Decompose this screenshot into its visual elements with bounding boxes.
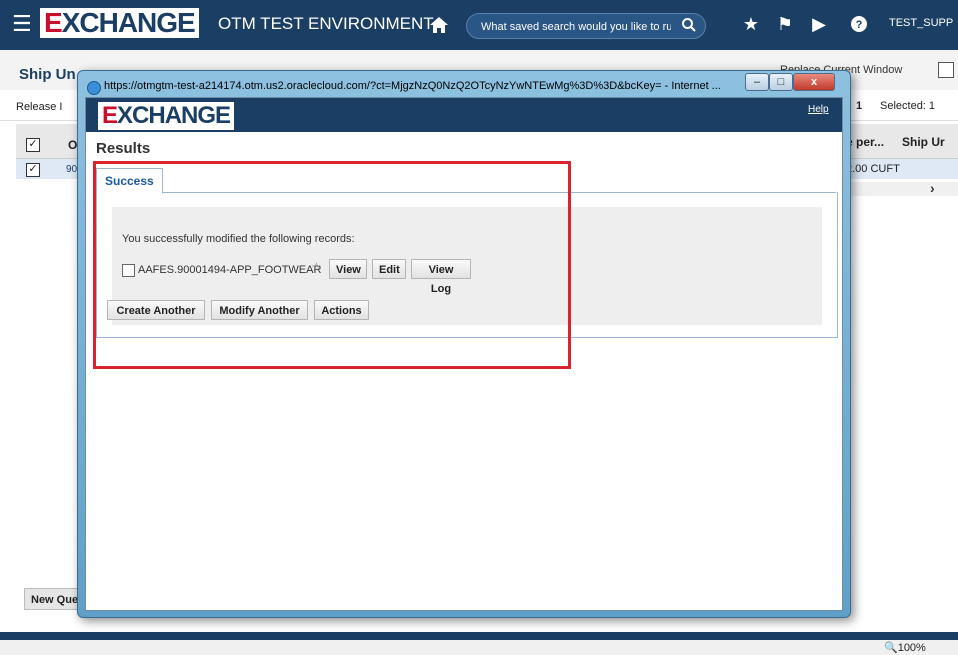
favorites-star-icon[interactable]: ★ [740, 13, 762, 35]
zoom-level[interactable]: 🔍100% [884, 641, 926, 654]
message-box: You successfully modified the following … [107, 207, 822, 325]
popup-window: https://otmgtm-test-a214174.otm.us2.orac… [77, 70, 851, 618]
tab-success[interactable]: Success [96, 168, 163, 194]
chevron-down-icon[interactable] [938, 62, 954, 78]
result-count: 1 [856, 100, 863, 112]
actions-button[interactable]: Actions [314, 300, 369, 320]
tab-bar: Success [96, 168, 836, 194]
success-panel: You successfully modified the following … [96, 192, 838, 338]
saved-search-box[interactable] [466, 13, 706, 39]
user-name[interactable]: TEST_SUPP [889, 17, 953, 29]
release-label: Release I [16, 101, 63, 113]
results-title: Results [96, 140, 151, 157]
page-title: Ship Un [19, 66, 76, 83]
edit-button[interactable]: Edit [372, 259, 406, 279]
popup-url: https://otmgtm-test-a214174.otm.us2.orac… [104, 80, 721, 92]
popup-brand-logo: EXCHANGE [98, 102, 235, 130]
top-bar: ☰ EXCHANGE OTM TEST ENVIRONMENT ★ ⚑ ▶ ? … [0, 0, 958, 50]
popup-header: EXCHANGE Help [86, 98, 842, 132]
create-another-button[interactable]: Create Another [107, 300, 205, 320]
row-volume: 2.00 CUFT [846, 163, 900, 175]
close-button[interactable]: x [793, 73, 835, 91]
environment-title: OTM TEST ENVIRONMENT [218, 14, 434, 33]
help-icon[interactable]: ? [848, 13, 870, 35]
row-id-link[interactable]: 90 [66, 164, 77, 175]
view-log-button[interactable]: View Log [411, 259, 471, 295]
home-icon[interactable] [428, 14, 450, 36]
record-label: AAFES.90001494-APP_FOOTWEAR [138, 264, 322, 276]
notifications-icon[interactable]: ▶ [808, 13, 830, 35]
minimize-button[interactable]: – [745, 73, 769, 91]
selected-count: Selected: 1 [880, 100, 936, 112]
search-icon[interactable] [681, 17, 697, 33]
column-header-ship-unit[interactable]: Ship Ur [902, 135, 945, 149]
chevron-right-icon[interactable]: › [930, 180, 935, 196]
footer-bar [0, 632, 958, 640]
browser-icon [87, 81, 101, 95]
popup-content: EXCHANGE Help Results Success You succes… [85, 97, 843, 611]
horizontal-scrollbar[interactable]: › [846, 180, 958, 196]
row-checkbox[interactable]: ✓ [26, 163, 40, 177]
saved-search-input[interactable] [479, 17, 673, 36]
svg-text:?: ? [856, 19, 863, 31]
column-header-o[interactable]: O [68, 138, 77, 152]
record-checkbox[interactable] [122, 264, 135, 277]
column-header-per[interactable]: e per... [846, 135, 884, 149]
browser-status-bar [0, 640, 958, 655]
brand-logo: EXCHANGE [40, 8, 199, 40]
help-link[interactable]: Help [808, 104, 829, 115]
flag-icon[interactable]: ⚑ [774, 13, 796, 35]
modify-another-button[interactable]: Modify Another [211, 300, 308, 320]
maximize-button[interactable]: □ [769, 73, 793, 91]
view-button[interactable]: View [329, 259, 367, 279]
favorite-star-icon[interactable]: ☆ [311, 260, 322, 274]
new-query-button[interactable]: New Que [24, 588, 84, 610]
menu-icon[interactable]: ☰ [12, 12, 32, 36]
select-all-checkbox[interactable]: ✓ [26, 138, 40, 152]
success-message: You successfully modified the following … [122, 233, 355, 245]
